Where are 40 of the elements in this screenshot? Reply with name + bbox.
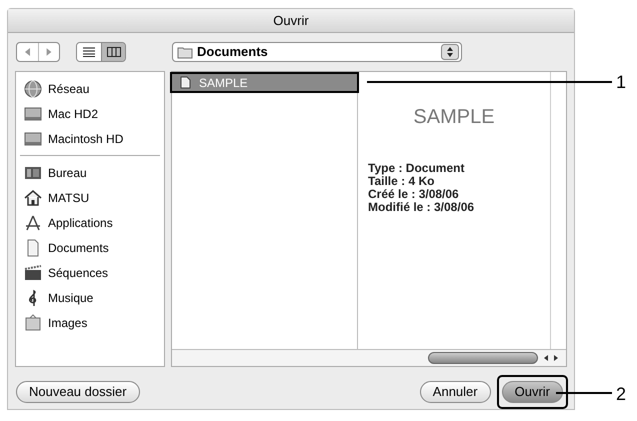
sidebar-item[interactable]: Images — [20, 310, 160, 335]
location-dropdown[interactable]: Documents — [172, 42, 462, 62]
hard-drive-icon — [24, 104, 42, 122]
preview-title: SAMPLE — [413, 105, 495, 130]
callout-number: 2 — [616, 383, 626, 406]
document-icon — [180, 76, 191, 89]
file-detail: Type : Document — [368, 162, 466, 175]
folder-icon — [177, 46, 193, 58]
window-title: Ouvrir — [273, 12, 309, 30]
leader-line — [556, 392, 612, 394]
clapperboard-icon — [24, 264, 42, 282]
house-icon — [24, 188, 42, 206]
sidebar-item[interactable]: Séquences — [20, 260, 160, 285]
sidebar-item[interactable]: Réseau — [20, 76, 160, 101]
columns-icon — [106, 47, 120, 57]
picture-frame-icon — [24, 314, 42, 332]
sidebar-item[interactable]: Documents — [20, 235, 160, 260]
horizontal-scrollbar[interactable] — [172, 349, 566, 366]
stepper-icon — [441, 44, 459, 60]
column-view-tab[interactable] — [101, 43, 125, 61]
sidebar-item[interactable]: Bureau — [20, 160, 160, 185]
cancel-button[interactable]: Annuler — [420, 381, 491, 403]
file-detail: Taille : 4 Ko — [368, 175, 436, 188]
scrollbar-thumb[interactable] — [428, 352, 538, 364]
sidebar-item[interactable]: Musique — [20, 285, 160, 310]
file-detail: Créé le : 3/08/06 — [368, 188, 460, 201]
callout-number: 1 — [616, 71, 626, 94]
compass-icon — [24, 214, 42, 232]
sidebar-item[interactable]: Macintosh HD — [20, 126, 160, 151]
back-forward-control[interactable] — [16, 42, 60, 62]
open-button[interactable]: Ouvrir — [502, 380, 563, 403]
file-detail: Modifié le : 3/08/06 — [368, 201, 476, 214]
list-icon — [83, 47, 95, 57]
sidebar-item[interactable]: MATSU — [20, 185, 160, 210]
new-folder-button[interactable]: Nouveau dossier — [16, 381, 140, 403]
globe-icon — [24, 80, 42, 98]
list-view-tab[interactable] — [77, 43, 101, 61]
sidebar-item[interactable]: Applications — [20, 210, 160, 235]
hard-drive-icon — [24, 130, 42, 148]
sidebar-item[interactable]: Mac HD2 — [20, 101, 160, 126]
